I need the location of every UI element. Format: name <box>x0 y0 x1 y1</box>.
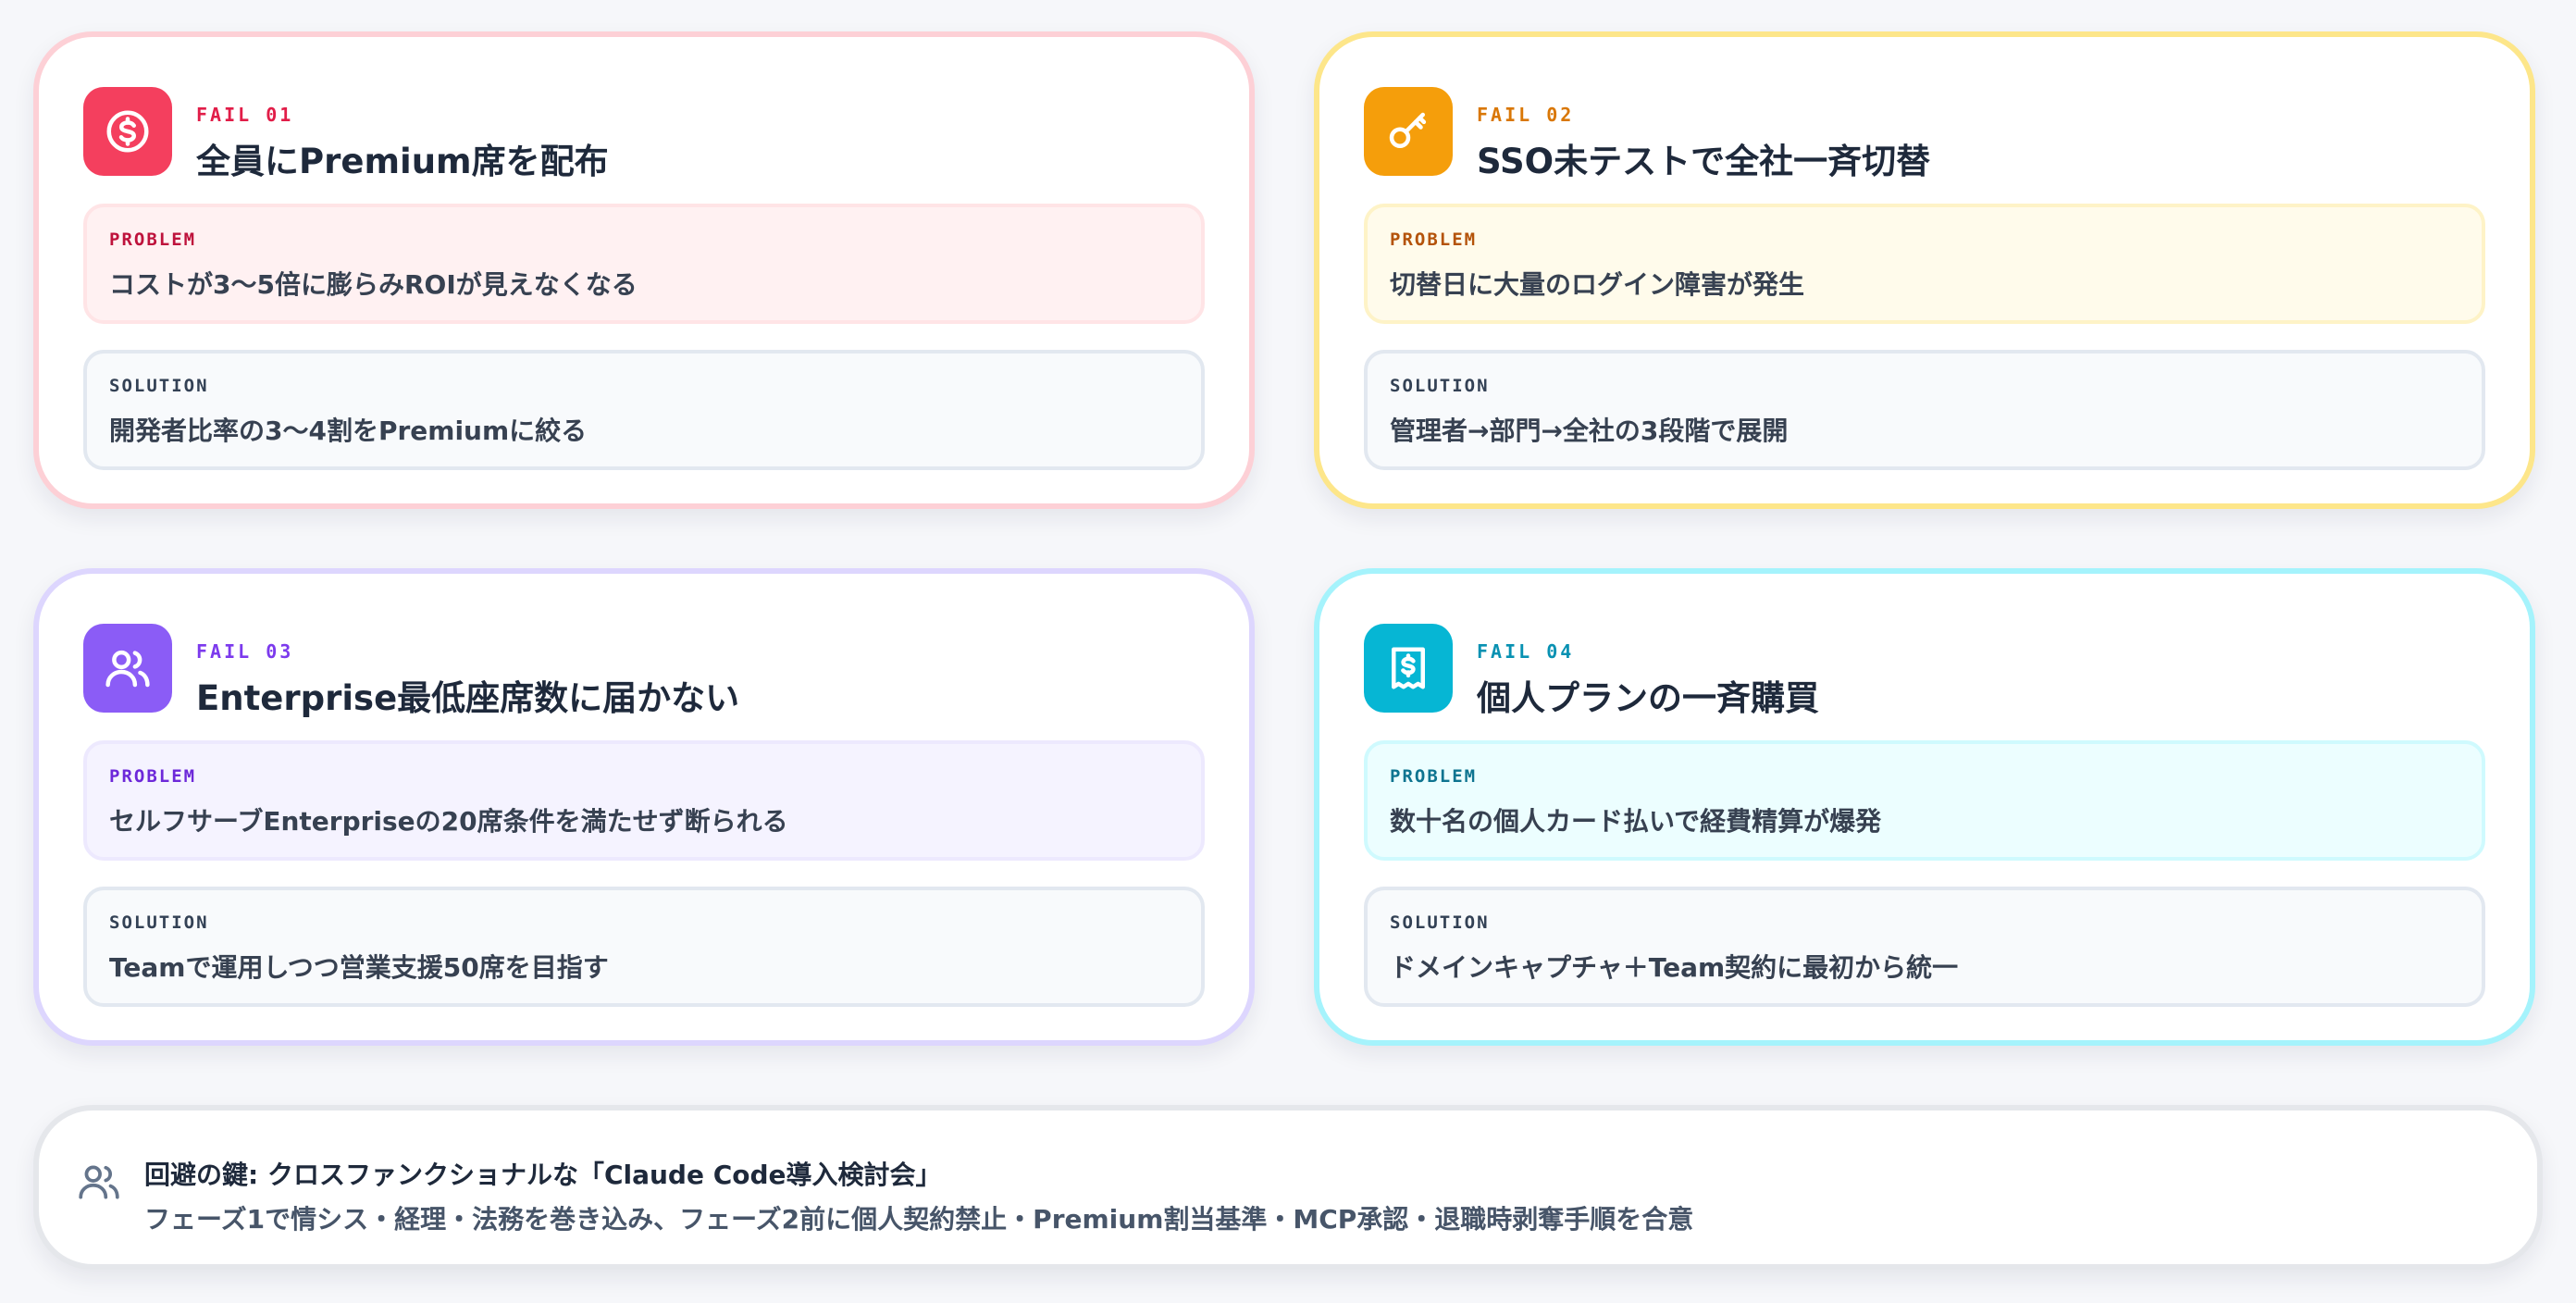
solution-box: SOLUTION 開発者比率の3〜4割をPremiumに絞る <box>83 350 1205 470</box>
problem-label: PROBLEM <box>109 230 197 250</box>
takeaway-title: 回避の鍵: クロスファンクショナルな「Claude Code導入検討会」 <box>144 1160 942 1190</box>
solution-label: SOLUTION <box>109 376 209 396</box>
problem-text: 数十名の個人カード払いで経費精算が爆発 <box>1390 806 1882 837</box>
solution-label: SOLUTION <box>1390 376 1490 396</box>
problem-box: PROBLEM コストが3〜5倍に膨らみROIが見えなくなる <box>83 204 1205 324</box>
fail-card-01: FAIL 01 全員にPremium席を配布 PROBLEM コストが3〜5倍に… <box>33 31 1255 509</box>
card-title: 個人プランの一斉購買 <box>1477 678 1819 718</box>
dollar-circle-icon <box>83 87 172 176</box>
solution-text: ドメインキャプチャ＋Team契約に最初から統一 <box>1390 952 1959 983</box>
problem-label: PROBLEM <box>1390 230 1478 250</box>
fail-tag: FAIL 01 <box>196 104 294 126</box>
takeaway-text: フェーズ1で情シス・経理・法務を巻き込み、フェーズ2前に個人契約禁止・Premi… <box>144 1204 1694 1235</box>
fail-tag: FAIL 03 <box>196 640 294 663</box>
users-icon <box>83 624 172 713</box>
problem-box: PROBLEM 切替日に大量のログイン障害が発生 <box>1364 204 2485 324</box>
solution-text: 開発者比率の3〜4割をPremiumに絞る <box>109 416 588 446</box>
fail-tag: FAIL 02 <box>1477 104 1575 126</box>
problem-box: PROBLEM セルフサーブEnterpriseの20席条件を満たせず断られる <box>83 740 1205 861</box>
problem-label: PROBLEM <box>1390 766 1478 787</box>
solution-label: SOLUTION <box>1390 912 1490 933</box>
solution-box: SOLUTION ドメインキャプチャ＋Team契約に最初から統一 <box>1364 887 2485 1007</box>
receipt-icon <box>1364 624 1453 713</box>
solution-box: SOLUTION 管理者→部門→全社の3段階で展開 <box>1364 350 2485 470</box>
problem-box: PROBLEM 数十名の個人カード払いで経費精算が爆発 <box>1364 740 2485 861</box>
problem-text: コストが3〜5倍に膨らみROIが見えなくなる <box>109 269 638 300</box>
key-takeaway-banner: 回避の鍵: クロスファンクショナルな「Claude Code導入検討会」 フェー… <box>33 1105 2543 1270</box>
fail-card-02: FAIL 02 SSO未テストで全社一斉切替 PROBLEM 切替日に大量のログ… <box>1314 31 2535 509</box>
fail-card-03: FAIL 03 Enterprise最低座席数に届かない PROBLEM セルフ… <box>33 568 1255 1046</box>
problem-label: PROBLEM <box>109 766 197 787</box>
fail-card-04: FAIL 04 個人プランの一斉購買 PROBLEM 数十名の個人カード払いで経… <box>1314 568 2535 1046</box>
card-title: 全員にPremium席を配布 <box>196 142 609 181</box>
users-icon <box>76 1159 122 1205</box>
problem-text: 切替日に大量のログイン障害が発生 <box>1390 269 1805 300</box>
solution-label: SOLUTION <box>109 912 209 933</box>
card-title: Enterprise最低座席数に届かない <box>196 678 740 718</box>
solution-text: Teamで運用しつつ営業支援50席を目指す <box>109 952 609 983</box>
solution-text: 管理者→部門→全社の3段階で展開 <box>1390 416 1789 446</box>
fail-tag: FAIL 04 <box>1477 640 1575 663</box>
problem-text: セルフサーブEnterpriseの20席条件を満たせず断られる <box>109 806 788 837</box>
solution-box: SOLUTION Teamで運用しつつ営業支援50席を目指す <box>83 887 1205 1007</box>
key-icon <box>1364 87 1453 176</box>
card-title: SSO未テストで全社一斉切替 <box>1477 142 1931 181</box>
